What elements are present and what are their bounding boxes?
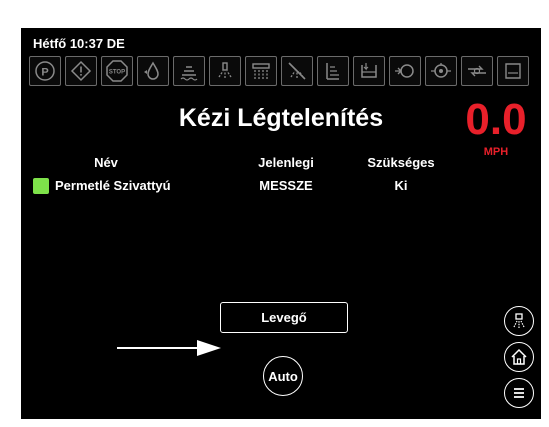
display-screen: Hétfő 10:37 DE P STOP Kézi Légtelenítés …	[21, 28, 541, 419]
speed-readout: 0.0	[465, 95, 527, 144]
agitation-icon	[461, 56, 493, 86]
row-required-value: Ki	[394, 178, 408, 193]
boom-level-icon	[317, 56, 349, 86]
section-spray-icon	[245, 56, 277, 86]
stop-icon: STOP	[101, 56, 133, 86]
svg-text:STOP: STOP	[109, 70, 125, 76]
tank-level-icon	[137, 56, 169, 86]
warning-icon	[65, 56, 97, 86]
speed-unit: MPH	[483, 146, 509, 158]
home-button[interactable]	[504, 342, 534, 372]
svg-text:P: P	[41, 67, 48, 79]
parking-brake-icon: P	[29, 56, 61, 86]
status-icon-bar: P STOP	[29, 56, 537, 88]
rinse-tank-icon	[497, 56, 529, 86]
menu-button[interactable]	[504, 378, 534, 408]
spray-off-icon	[281, 56, 313, 86]
auto-button[interactable]: Auto	[263, 356, 303, 396]
nozzle-button[interactable]	[504, 306, 534, 336]
clock-label: Hétfő 10:37 DE	[33, 36, 125, 51]
menu-icon	[514, 388, 524, 398]
fill-level-icon	[353, 56, 385, 86]
column-header-current: Jelenlegi	[258, 155, 314, 170]
nozzle-spray-icon	[209, 56, 241, 86]
page-title: Kézi Légtelenítés	[178, 104, 384, 132]
status-indicator	[33, 178, 49, 194]
column-header-required: Szükséges	[367, 155, 435, 170]
boom-height-icon	[173, 56, 205, 86]
air-button[interactable]: Levegő	[220, 302, 348, 333]
home-icon	[511, 348, 527, 365]
row-name: Permetlé Szivattyú	[55, 178, 171, 193]
column-header-name: Név	[94, 155, 118, 170]
nozzle-icon	[513, 313, 525, 328]
valve-icon	[425, 56, 457, 86]
pointer-arrow	[117, 340, 221, 356]
row-current-value: MESSZE	[259, 178, 313, 193]
pump-icon	[389, 56, 421, 86]
